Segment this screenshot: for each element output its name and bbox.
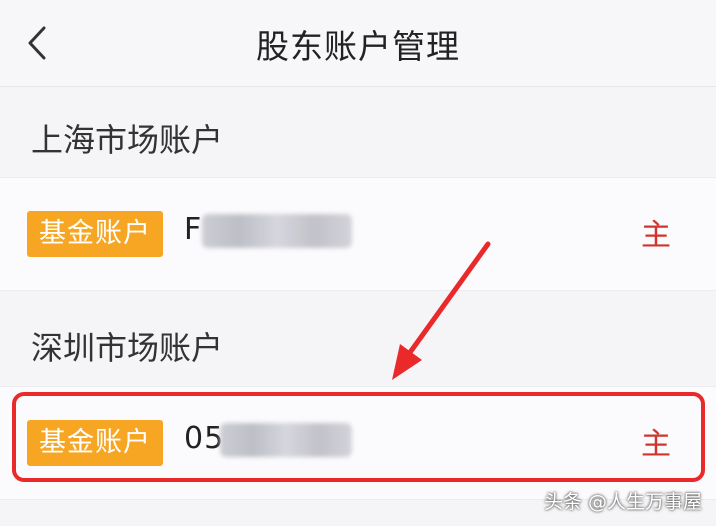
highlight-box: [12, 392, 705, 482]
section-header-shenzhen: 深圳市场账户: [0, 291, 716, 386]
section-header-shanghai: 上海市场账户: [0, 87, 716, 177]
top-nav-bar: 股东账户管理: [0, 0, 716, 87]
watermark: 头条 @人生万事屋: [543, 491, 702, 513]
page-title: 股东账户管理: [256, 27, 460, 66]
section-title: 深圳市场账户: [31, 329, 224, 367]
section-title: 上海市场账户: [31, 121, 224, 159]
primary-account-label: 主: [641, 218, 671, 253]
account-type-badge: 基金账户: [27, 211, 163, 257]
redacted-account-digits: [202, 214, 352, 248]
red-arrow-icon: [392, 241, 491, 380]
account-number: F: [184, 212, 203, 247]
account-row-shanghai[interactable]: 基金账户 F 主: [0, 177, 716, 291]
